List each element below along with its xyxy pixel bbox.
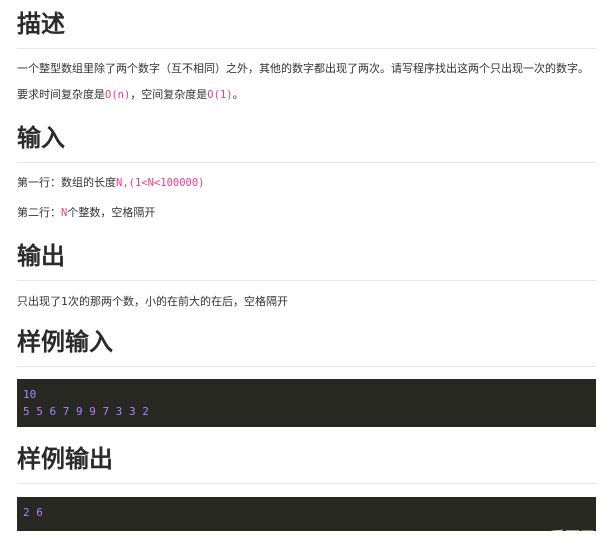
space-complexity-code: O(1) (207, 89, 233, 101)
complexity-prefix: 要求时间复杂度是 (17, 88, 105, 101)
sample-input-heading: 样例输入 (17, 318, 596, 367)
output-heading: 输出 (17, 232, 596, 281)
sample-output-line-1: 2 6 (23, 506, 43, 519)
problem-page: 描述 一个整型数组里除了两个数字（互不相同）之外，其他的数字都出现了两次。请写程… (17, 0, 596, 531)
complexity-text: 要求时间复杂度是O(n)，空间复杂度是O(1)。 (17, 86, 596, 104)
input-length-code: N,(1<N<100000) (116, 177, 205, 189)
time-complexity-code: O(n) (105, 89, 131, 101)
input-line-2-suffix: 个整数，空格隔开 (67, 206, 156, 219)
input-line-1: 第一行：数组的长度N,(1<N<100000) (17, 174, 596, 192)
description-heading: 描述 (17, 0, 596, 49)
sample-input-line-2: 5 5 6 7 9 9 7 3 3 2 (23, 405, 149, 418)
input-line-2-prefix: 第二行： (17, 206, 61, 219)
sample-output-heading: 样例输出 (17, 435, 596, 484)
csdn-watermark: CSDN @爱雨天 (487, 528, 595, 546)
output-text: 只出现了1次的那两个数，小的在前大的在后，空格隔开 (17, 295, 288, 308)
sample-input-line-1: 10 (23, 388, 37, 401)
input-line-2: 第二行：N个整数，空格隔开 (17, 204, 596, 222)
sample-input-codeblock: 10 5 5 6 7 9 9 7 3 3 2 (17, 379, 596, 427)
input-line-1-text: 第一行：数组的长度 (17, 176, 116, 189)
complexity-mid: ，空间复杂度是 (130, 88, 208, 101)
complexity-suffix: 。 (232, 88, 244, 101)
input-heading: 输入 (17, 114, 596, 163)
description-text: 一个整型数组里除了两个数字（互不相同）之外，其他的数字都出现了两次。请写程序找出… (17, 62, 589, 75)
